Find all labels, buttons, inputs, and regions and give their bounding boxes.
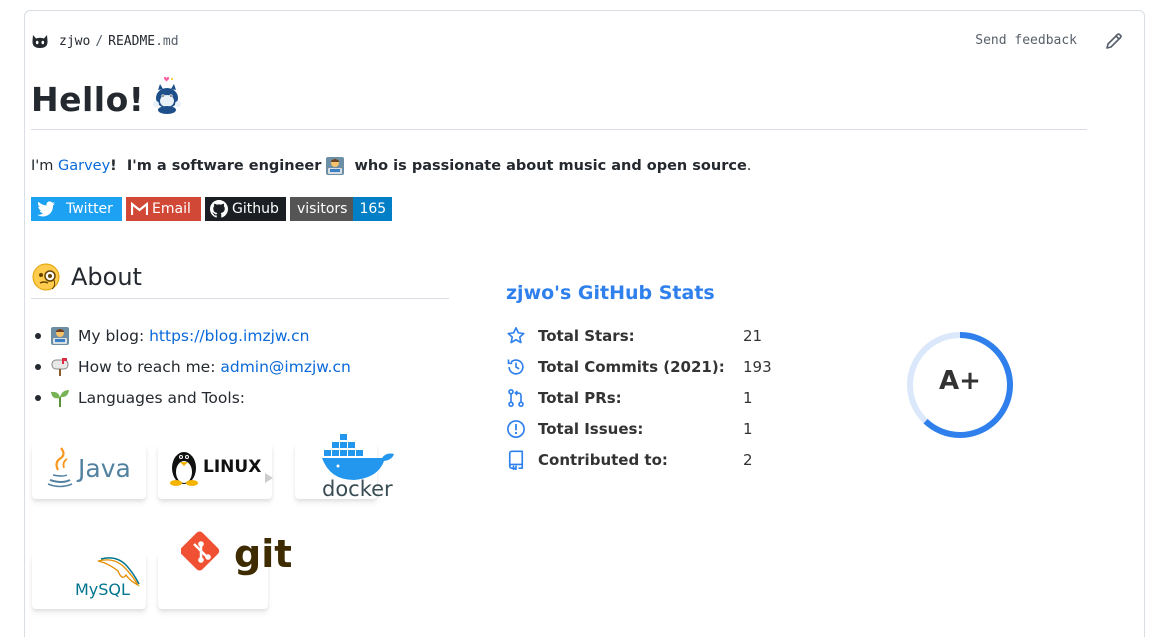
stat-label: Total PRs:	[538, 388, 622, 407]
github-icon	[210, 200, 228, 218]
pencil-icon[interactable]	[1104, 31, 1124, 51]
intro-suffix: who is passionate about music and open s…	[349, 158, 747, 174]
email-badge[interactable]: Email	[126, 197, 201, 221]
email-badge-label: Email	[152, 201, 191, 217]
stat-row-commits: Total Commits (2021): 193	[506, 351, 772, 382]
stat-value: 1	[743, 388, 753, 407]
java-logo-icon: Java	[47, 447, 131, 488]
github-badge-label: Github	[232, 201, 279, 217]
send-feedback-link[interactable]: Send feedback	[975, 33, 1077, 48]
contact-label: How to reach me:	[78, 357, 221, 376]
stats-title[interactable]: zjwo's GitHub Stats	[506, 282, 715, 304]
repo-icon	[508, 449, 524, 470]
twitter-badge[interactable]: Twitter	[31, 197, 122, 221]
languages-label: Languages and Tools:	[78, 388, 245, 407]
mysql-logo-text: MySQL	[75, 580, 130, 599]
list-item: How to reach me: admin@imzjw.cn	[35, 351, 351, 382]
technologist-icon	[51, 326, 69, 345]
about-list: My blog: https://blog.imzjw.cn How to re…	[35, 320, 351, 413]
issue-icon	[507, 419, 525, 438]
mailbox-icon	[51, 357, 69, 376]
stats-list: Total Stars: 21 Total Commits (2021): 19…	[506, 320, 772, 475]
title-divider	[31, 129, 1087, 130]
name-link[interactable]: Garvey	[58, 158, 110, 174]
page-title: Hello!	[31, 80, 145, 119]
email-link[interactable]: admin@imzjw.cn	[220, 358, 350, 376]
star-icon	[507, 326, 525, 343]
intro-paragraph: I'm Garvey! I'm a software engineer who …	[31, 156, 751, 176]
stat-value: 21	[743, 326, 763, 345]
gmail-icon	[131, 202, 148, 215]
breadcrumb-owner[interactable]: zjwo	[59, 34, 90, 49]
visitors-badge-label: visitors	[290, 197, 354, 221]
stat-row-contributed: Contributed to: 2	[506, 444, 772, 475]
breadcrumb-file: README	[108, 33, 156, 49]
visitors-badge-count: 165	[353, 197, 393, 221]
blog-label: My blog:	[78, 326, 150, 345]
stat-value: 193	[743, 357, 772, 376]
mysql-logo-icon: MySQL	[75, 557, 140, 599]
history-icon	[507, 358, 524, 375]
intro-prefix: I'm	[31, 158, 58, 174]
intro-end: .	[746, 158, 752, 174]
git-logo-icon: git	[181, 531, 291, 576]
breadcrumb: zjwo / README .md	[30, 30, 179, 52]
about-divider	[31, 298, 449, 299]
octocat-icon	[32, 35, 48, 48]
stat-label: Total Issues:	[538, 419, 644, 438]
technologist-icon	[326, 157, 345, 175]
docker-logo-icon: docker	[322, 434, 394, 501]
github-badge[interactable]: Github	[205, 197, 286, 221]
pull-request-icon	[508, 388, 524, 407]
stat-value: 2	[743, 450, 753, 469]
git-logo-text: git	[234, 532, 291, 576]
stat-label: Total Commits (2021):	[538, 357, 725, 376]
linux-logo-text: LINUX	[203, 457, 261, 477]
about-heading-text: About	[71, 263, 142, 291]
stat-label: Contributed to:	[538, 450, 668, 469]
blog-link[interactable]: https://blog.imzjw.cn	[149, 327, 309, 345]
intro-mid: ! I'm a software engineer	[110, 158, 322, 174]
waving-mascot-icon	[153, 76, 181, 114]
twitter-icon	[37, 201, 55, 217]
breadcrumb-separator: /	[95, 33, 104, 49]
face-with-monocle-icon	[32, 263, 60, 291]
stat-row-prs: Total PRs: 1	[506, 382, 772, 413]
breadcrumb-ext: .md	[155, 33, 179, 49]
stat-row-stars: Total Stars: 21	[506, 320, 772, 351]
list-item: Languages and Tools:	[35, 382, 351, 413]
java-logo-text: Java	[76, 454, 131, 483]
seedling-icon	[51, 389, 69, 407]
rank-grade: A+	[939, 366, 981, 396]
about-heading: About	[31, 262, 142, 292]
list-item: My blog: https://blog.imzjw.cn	[35, 320, 351, 351]
twitter-badge-label: Twitter	[66, 201, 113, 217]
visitors-badge[interactable]: visitors 165	[290, 197, 393, 221]
badge-row: Twitter Email Github visitors 165	[31, 197, 393, 222]
stat-row-issues: Total Issues: 1	[506, 413, 772, 444]
docker-logo-text: docker	[322, 477, 393, 501]
stat-label: Total Stars:	[538, 326, 635, 345]
linux-logo-icon: LINUX	[170, 452, 273, 486]
stat-value: 1	[743, 419, 753, 438]
